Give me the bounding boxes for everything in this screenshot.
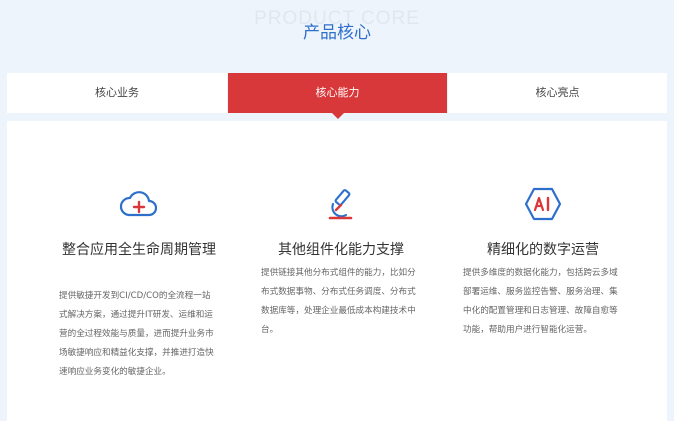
microscope-icon: [261, 187, 421, 221]
tab-bar: 核心业务 核心能力 核心亮点: [7, 73, 667, 119]
feature-description: 提供多维度的数据化能力，包括跨云多域部署运维、服务监控告警、服务治理、集中化的配…: [463, 268, 618, 335]
feature-title: 精细化的数字运营: [487, 242, 599, 258]
feature-description: 提供链接其他分布式组件的能力，比如分布式数据事物、分布式任务调度、分布式数据库等…: [261, 268, 416, 335]
tab-content-panel: 整合应用全生命周期管理 提供敏捷开发到CI/CD/CO的全流程一站式解决方案，通…: [7, 121, 667, 421]
feature-title: 整合应用全生命周期管理: [62, 242, 216, 258]
feature-title: 其他组件化能力支撑: [278, 242, 404, 258]
section-title: 产品核心: [303, 23, 371, 43]
tab-core-capability[interactable]: 核心能力: [227, 73, 447, 119]
tab-core-highlights[interactable]: 核心亮点: [447, 73, 667, 113]
feature-description: 提供敏捷开发到CI/CD/CO的全流程一站式解决方案，通过提升IT研发、运维和运…: [59, 291, 214, 377]
ai-hexagon-icon: [463, 187, 623, 221]
tab-core-business[interactable]: 核心业务: [7, 73, 227, 113]
cloud-plus-icon: [59, 187, 219, 221]
section-header: PRODUCT CORE 产品核心: [0, 0, 674, 70]
